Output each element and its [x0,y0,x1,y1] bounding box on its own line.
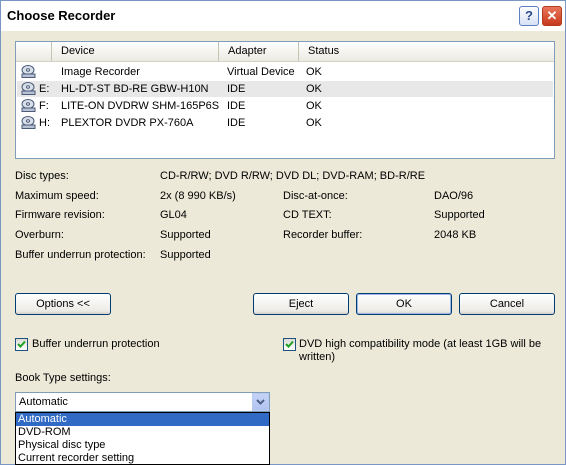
disc-at-once-label: Disc-at-once: [283,190,348,202]
book-type-option-automatic[interactable]: Automatic [16,413,269,426]
device-row-h[interactable]: H: PLEXTOR DVDR PX-760A IDE OK [17,115,553,131]
optical-drive-icon [21,99,36,112]
device-adapter: IDE [227,117,246,129]
buffer-underrun-label: Buffer underrun protection: [15,249,146,261]
device-status: OK [306,117,322,129]
disc-types-label: Disc types: [15,170,69,182]
device-name: HL-DT-ST BD-RE GBW-H10N [61,83,209,95]
dvd-compat-checkbox[interactable] [283,338,296,351]
book-type-selected: Automatic [19,396,68,408]
column-header-adapter[interactable]: Adapter [220,42,299,61]
column-header-device[interactable]: Device [53,42,219,61]
dialog-title: Choose Recorder [7,8,116,23]
device-status: OK [306,83,322,95]
dropdown-arrow-button[interactable] [252,393,269,411]
checkmark-icon [285,340,294,348]
optical-drive-icon [21,116,36,129]
recorder-buffer-value: 2048 KB [434,229,477,241]
dvd-compat-checkbox-label-line2[interactable]: written) [299,351,335,363]
device-name: PLEXTOR DVDR PX-760A [61,117,194,129]
disc-types-value: CD-R/RW; DVD R/RW; DVD DL; DVD-RAM; BD-R… [160,170,426,182]
close-button[interactable]: ✕ [542,6,562,26]
buffer-underrun-value: Supported [160,249,211,261]
device-status: OK [306,100,322,112]
recorder-buffer-label: Recorder buffer: [283,229,363,241]
max-speed-label: Maximum speed: [15,190,99,202]
device-name: LITE-ON DVDRW SHM-165P6S [61,100,220,112]
column-header-icon[interactable] [16,42,52,61]
checkmark-icon [17,340,26,348]
image-recorder-icon [21,65,36,78]
device-adapter: IDE [227,83,246,95]
overburn-label: Overburn: [15,229,64,241]
title-bar[interactable]: Choose Recorder ? ✕ [1,1,565,31]
book-type-select[interactable]: Automatic [15,392,270,412]
device-row-image-recorder[interactable]: Image Recorder Virtual Device OK [17,64,553,80]
drive-letter: F: [39,100,49,112]
options-button[interactable]: Options << [15,293,111,315]
device-name: Image Recorder [61,66,140,78]
max-speed-value: 2x (8 990 KB/s) [160,190,236,202]
book-type-label: Book Type settings: [15,372,111,384]
book-type-dropdown-list: Automatic DVD-ROM Physical disc type Cur… [15,412,270,465]
firmware-label: Firmware revision: [15,209,105,221]
device-status: OK [306,66,322,78]
cd-text-label: CD TEXT: [283,209,332,221]
book-type-option-dvd-rom[interactable]: DVD-ROM [16,426,269,439]
book-type-option-physical[interactable]: Physical disc type [16,439,269,452]
help-button[interactable]: ? [519,6,539,26]
device-list[interactable]: Device Adapter Status Image Recorder Vir… [15,41,555,159]
book-type-option-current-recorder[interactable]: Current recorder setting [16,452,269,465]
column-header-status[interactable]: Status [300,42,554,61]
chevron-down-icon [256,399,265,405]
device-adapter: Virtual Device [227,66,295,78]
buffer-underrun-checkbox-label[interactable]: Buffer underrun protection [32,338,160,350]
firmware-value: GL04 [160,209,187,221]
device-list-header: Device Adapter Status [16,42,554,62]
drive-letter: E: [39,83,50,95]
device-row-f[interactable]: F: LITE-ON DVDRW SHM-165P6S IDE OK [17,98,553,114]
eject-button[interactable]: Eject [253,293,349,315]
device-row-e[interactable]: E: HL-DT-ST BD-RE GBW-H10N IDE OK [17,81,553,97]
ok-button[interactable]: OK [356,293,452,315]
disc-at-once-value: DAO/96 [434,190,474,202]
device-adapter: IDE [227,100,246,112]
cancel-button[interactable]: Cancel [459,293,555,315]
drive-letter: H: [39,117,50,129]
cd-text-value: Supported [434,209,485,221]
choose-recorder-dialog: Choose Recorder ? ✕ Device Adapter Statu… [0,0,566,465]
optical-drive-icon [21,82,36,95]
buffer-underrun-checkbox[interactable] [15,338,28,351]
dvd-compat-checkbox-label[interactable]: DVD high compatibility mode (at least 1G… [299,338,541,350]
overburn-value: Supported [160,229,211,241]
